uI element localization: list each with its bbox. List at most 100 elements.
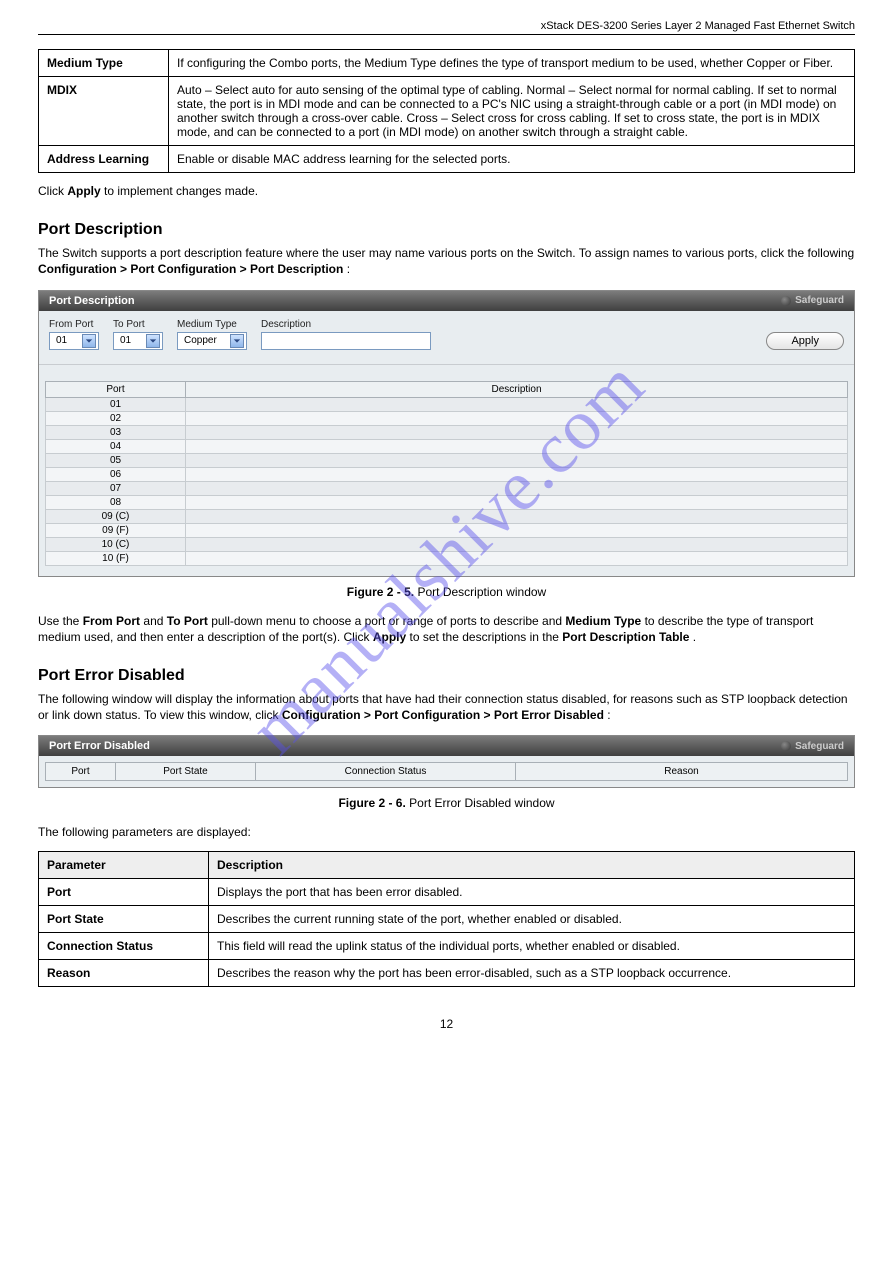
medium-type-select[interactable]: Copper <box>177 332 247 350</box>
panel-title: Port Description <box>49 295 135 307</box>
port-cell: 10 (C) <box>46 537 186 551</box>
figure-caption-2: Figure 2 - 6. Port Error Disabled window <box>38 796 855 810</box>
port-cell: 01 <box>46 397 186 411</box>
description-input[interactable] <box>261 332 431 350</box>
col-reason: Reason <box>516 763 848 781</box>
table-row: 04 <box>46 439 848 453</box>
param-label: Address Learning <box>39 146 169 173</box>
chevron-down-icon <box>146 334 160 348</box>
to-port-select[interactable]: 01 <box>113 332 163 350</box>
medium-type-ref: Medium Type <box>565 614 641 628</box>
desc-cell <box>186 551 848 565</box>
panel-title: Port Error Disabled <box>49 740 150 752</box>
field-label: Port State <box>39 905 209 932</box>
table-row: Medium Type If configuring the Combo por… <box>39 50 855 77</box>
apply-label: Apply <box>67 184 100 198</box>
text-suffix: to implement changes made. <box>104 184 258 198</box>
table-row: 03 <box>46 425 848 439</box>
safeguard-icon <box>781 741 791 751</box>
table-row: 10 (F) <box>46 551 848 565</box>
field-desc: Displays the port that has been error di… <box>209 878 855 905</box>
table-row: 08 <box>46 495 848 509</box>
desc-cell <box>186 425 848 439</box>
from-port-label: From Port <box>49 319 99 330</box>
chevron-down-icon <box>230 334 244 348</box>
panel-titlebar: Port Description Safeguard <box>39 291 854 311</box>
table-row: MDIX Auto – Select auto for auto sensing… <box>39 77 855 146</box>
outro-colon: : <box>347 262 350 276</box>
from-port-ref: From Port <box>83 614 140 628</box>
panel-table-body: Port Description 01 02 03 04 05 06 07 08… <box>39 365 854 576</box>
medium-type-value: Copper <box>184 335 217 346</box>
col-connection: Connection Status <box>256 763 516 781</box>
to-port-label: To Port <box>113 319 163 330</box>
port-cell: 06 <box>46 467 186 481</box>
safeguard-badge: Safeguard <box>781 741 844 752</box>
figure-caption-1: Figure 2 - 5. Port Description window <box>38 585 855 599</box>
port-error-disabled-panel: Port Error Disabled Safeguard Port Port … <box>38 735 855 788</box>
col-description: Description <box>209 851 855 878</box>
fields-intro: The following parameters are displayed: <box>38 824 855 840</box>
table-row: 09 (F) <box>46 523 848 537</box>
panel-titlebar: Port Error Disabled Safeguard <box>39 736 854 756</box>
port-cell: 04 <box>46 439 186 453</box>
col-parameter: Parameter <box>39 851 209 878</box>
table-row: 09 (C) <box>46 509 848 523</box>
col-description: Description <box>186 381 848 397</box>
from-port-value: 01 <box>56 335 67 346</box>
page-header: xStack DES-3200 Series Layer 2 Managed F… <box>38 20 855 32</box>
safeguard-text: Safeguard <box>795 295 844 306</box>
col-state: Port State <box>116 763 256 781</box>
table-row: 02 <box>46 411 848 425</box>
t: to set the descriptions in the <box>410 630 563 644</box>
text-prefix: Click <box>38 184 67 198</box>
nav-path: Configuration > Port Configuration > Por… <box>282 708 604 722</box>
table-row: 07 <box>46 481 848 495</box>
to-port-value: 01 <box>120 335 131 346</box>
table-row: 10 (C) <box>46 537 848 551</box>
table-row: 06 <box>46 467 848 481</box>
port-cell: 07 <box>46 481 186 495</box>
safeguard-icon <box>781 296 791 306</box>
apply-ref: Apply <box>373 630 406 644</box>
param-label: MDIX <box>39 77 169 146</box>
apply-button[interactable]: Apply <box>766 332 844 350</box>
table-row: Reason Describes the reason why the port… <box>39 959 855 986</box>
port-cell: 08 <box>46 495 186 509</box>
desc-cell <box>186 453 848 467</box>
field-label: Connection Status <box>39 932 209 959</box>
desc-cell <box>186 537 848 551</box>
figure-text: Port Description window <box>417 585 546 599</box>
header-rule <box>38 34 855 35</box>
safeguard-text: Safeguard <box>795 741 844 752</box>
desc-cell <box>186 509 848 523</box>
port-cell: 09 (C) <box>46 509 186 523</box>
figure-label: Figure 2 - 5. <box>347 585 414 599</box>
outro-colon: : <box>607 708 610 722</box>
param-label: Medium Type <box>39 50 169 77</box>
nav-path: Configuration > Port Configuration > Por… <box>38 262 343 276</box>
table-header-row: Parameter Description <box>39 851 855 878</box>
desc-cell <box>186 411 848 425</box>
port-desc-table-ref: Port Description Table <box>562 630 689 644</box>
field-label: Reason <box>39 959 209 986</box>
from-port-select[interactable]: 01 <box>49 332 99 350</box>
t: and <box>143 614 166 628</box>
page-number: 12 <box>38 1017 855 1031</box>
section-title-port-error-disabled: Port Error Disabled <box>38 667 855 685</box>
table-row: Connection Status This field will read t… <box>39 932 855 959</box>
port-cell: 05 <box>46 453 186 467</box>
desc-cell <box>186 467 848 481</box>
table-row: Address Learning Enable or disable MAC a… <box>39 146 855 173</box>
chevron-down-icon <box>82 334 96 348</box>
panel-form-row: From Port 01 To Port 01 Medium Type Copp… <box>39 311 854 365</box>
table-row: 01 <box>46 397 848 411</box>
apply-sentence: Click Apply to implement changes made. <box>38 183 855 199</box>
port-description-panel: Port Description Safeguard From Port 01 … <box>38 290 855 577</box>
figure-label: Figure 2 - 6. <box>338 796 405 810</box>
desc-cell <box>186 481 848 495</box>
desc-cell <box>186 523 848 537</box>
section-title-port-description: Port Description <box>38 221 855 239</box>
to-port-group: To Port 01 <box>113 319 163 350</box>
from-port-group: From Port 01 <box>49 319 99 350</box>
